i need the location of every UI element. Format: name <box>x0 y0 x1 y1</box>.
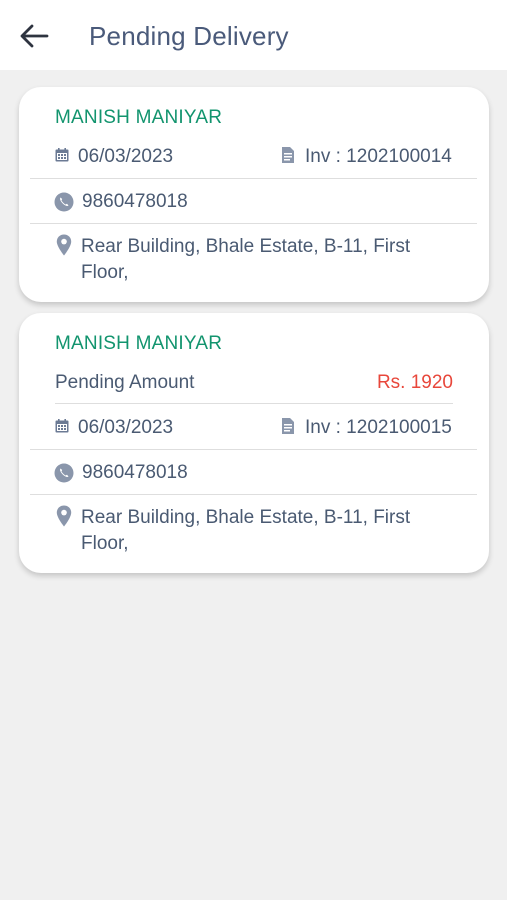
pending-amount-label: Pending Amount <box>55 372 195 393</box>
divider <box>30 449 477 450</box>
delivery-card[interactable]: MANISH MANIYAR 06/03/2023 Inv : 12021000… <box>19 87 489 302</box>
delivery-address: Rear Building, Bhale Estate, B-11, First… <box>81 507 411 554</box>
arrow-left-icon <box>20 24 49 48</box>
delivery-card[interactable]: MANISH MANIYAR Pending Amount Rs. 1920 0… <box>19 313 489 573</box>
pending-amount-value: Rs. 1920 <box>376 372 453 393</box>
invoice-icon <box>282 418 294 434</box>
divider <box>30 223 477 224</box>
app-header: Pending Delivery <box>0 0 507 70</box>
delivery-address: Rear Building, Bhale Estate, B-11, First… <box>81 236 411 283</box>
divider <box>30 178 477 179</box>
phone-icon <box>54 192 74 212</box>
location-pin-icon <box>56 234 72 256</box>
invoice-icon <box>282 147 294 163</box>
customer-name: MANISH MANIYAR <box>55 333 223 354</box>
back-button[interactable] <box>14 18 54 54</box>
calendar-icon <box>55 148 69 162</box>
phone-icon <box>54 463 74 483</box>
invoice-number: Inv : 1202100015 <box>305 417 452 438</box>
phone-number[interactable]: 9860478018 <box>82 191 188 213</box>
customer-name: MANISH MANIYAR <box>55 107 223 128</box>
phone-number[interactable]: 9860478018 <box>82 462 188 484</box>
invoice-number: Inv : 1202100014 <box>305 146 452 167</box>
page-title: Pending Delivery <box>89 21 289 51</box>
divider <box>55 403 453 404</box>
delivery-date: 06/03/2023 <box>78 417 174 438</box>
location-pin-icon <box>56 505 72 527</box>
divider <box>30 494 477 495</box>
calendar-icon <box>55 419 69 433</box>
delivery-date: 06/03/2023 <box>78 146 174 167</box>
